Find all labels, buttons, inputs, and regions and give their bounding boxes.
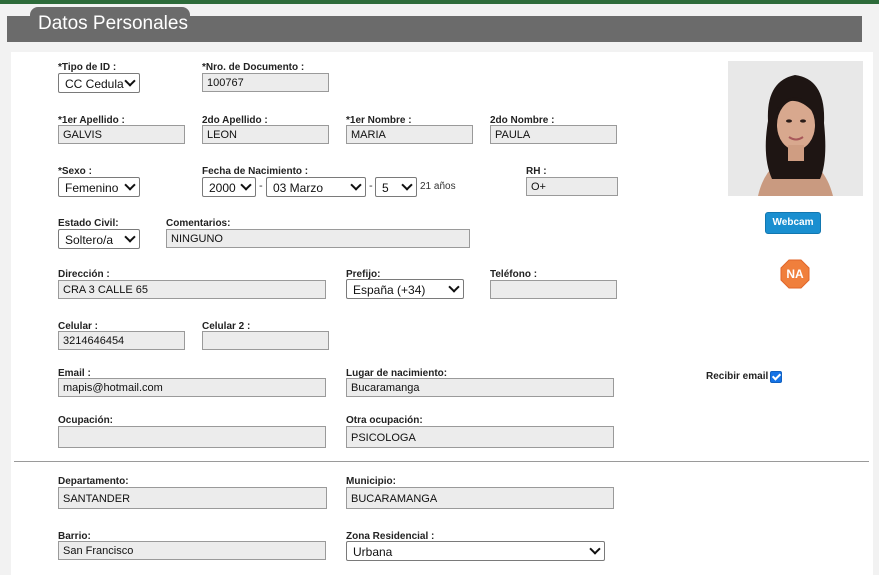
person-portrait-icon xyxy=(728,61,863,196)
chevron-down-icon xyxy=(350,179,362,191)
section-title: Datos Personales xyxy=(38,13,188,34)
birth-day-value: 5 xyxy=(382,181,389,195)
ocupacion-label: Ocupación: xyxy=(58,415,114,426)
chevron-down-icon xyxy=(124,179,136,191)
celular2-input[interactable] xyxy=(202,331,329,350)
chevron-down-icon xyxy=(448,281,460,293)
section-divider xyxy=(14,461,869,462)
prefijo-select[interactable]: España (+34) xyxy=(346,279,464,299)
date-separator: - xyxy=(259,180,263,192)
chevron-down-icon xyxy=(589,543,601,555)
municipio-label: Municipio: xyxy=(346,476,396,487)
chevron-down-icon xyxy=(124,231,136,243)
departamento-label: Departamento: xyxy=(58,476,129,487)
date-separator: - xyxy=(369,180,373,192)
segundo-nombre-input[interactable]: PAULA xyxy=(490,125,617,144)
rh-input[interactable]: O+ xyxy=(526,177,618,196)
direccion-label: Dirección : xyxy=(58,269,110,280)
direccion-input[interactable]: CRA 3 CALLE 65 xyxy=(58,280,326,299)
recibir-email-label: Recibir email xyxy=(706,371,769,382)
estado-civil-label: Estado Civil: xyxy=(58,218,119,229)
prefijo-value: España (+34) xyxy=(353,283,426,297)
profile-photo xyxy=(728,61,863,196)
ocupacion-input[interactable] xyxy=(58,426,326,448)
estado-civil-select[interactable]: Soltero/a xyxy=(58,229,140,249)
tipo-id-value: CC Cedula xyxy=(65,77,124,91)
primer-nombre-input[interactable]: MARIA xyxy=(346,125,473,144)
fecha-nacimiento-label: Fecha de Nacimiento : xyxy=(202,166,309,177)
top-accent-bar xyxy=(0,0,879,4)
estado-civil-value: Soltero/a xyxy=(65,233,114,247)
lugar-nacimiento-input[interactable]: Bucaramanga xyxy=(346,378,614,397)
telefono-input[interactable] xyxy=(490,280,617,299)
sexo-select[interactable]: Femenino xyxy=(58,177,140,197)
sexo-label: *Sexo : xyxy=(58,166,92,177)
rh-label: RH : xyxy=(526,166,547,177)
otra-ocupacion-label: Otra ocupación: xyxy=(346,415,423,426)
na-badge[interactable]: NA xyxy=(780,259,810,289)
age-text: 21 años xyxy=(420,181,456,192)
birth-month-value: 03 Marzo xyxy=(273,181,324,195)
birth-month-select[interactable]: 03 Marzo xyxy=(266,177,366,197)
municipio-input[interactable]: BUCARAMANGA xyxy=(346,487,614,509)
birth-year-select[interactable]: 2000 xyxy=(202,177,256,197)
tipo-id-label: *Tipo de ID : xyxy=(58,62,117,73)
na-badge-text: NA xyxy=(786,267,804,281)
telefono-label: Teléfono : xyxy=(490,269,538,280)
zona-residencial-select[interactable]: Urbana xyxy=(346,541,605,561)
otra-ocupacion-input[interactable]: PSICOLOGA xyxy=(346,426,614,448)
zona-residencial-value: Urbana xyxy=(353,545,393,559)
barrio-input[interactable]: San Francisco xyxy=(58,541,326,560)
nro-documento-label: *Nro. de Documento : xyxy=(202,62,305,73)
recibir-email-checkbox[interactable] xyxy=(770,371,782,383)
celular-input[interactable]: 3214646454 xyxy=(58,331,185,350)
chevron-down-icon xyxy=(401,179,413,191)
nro-documento-input[interactable]: 100767 xyxy=(202,73,329,92)
webcam-button[interactable]: Webcam xyxy=(765,212,821,234)
birth-day-select[interactable]: 5 xyxy=(375,177,417,197)
comentarios-label: Comentarios: xyxy=(166,218,231,229)
email-input[interactable]: mapis@hotmail.com xyxy=(58,378,326,397)
comentarios-input[interactable]: NINGUNO xyxy=(166,229,470,248)
tipo-id-select[interactable]: CC Cedula xyxy=(58,73,140,93)
primer-apellido-input[interactable]: GALVIS xyxy=(58,125,185,144)
chevron-down-icon xyxy=(240,179,252,191)
segundo-apellido-input[interactable]: LEON xyxy=(202,125,329,144)
birth-year-value: 2000 xyxy=(209,181,236,195)
sexo-value: Femenino xyxy=(65,181,119,195)
chevron-down-icon xyxy=(124,75,136,87)
departamento-input[interactable]: SANTANDER xyxy=(58,487,327,509)
